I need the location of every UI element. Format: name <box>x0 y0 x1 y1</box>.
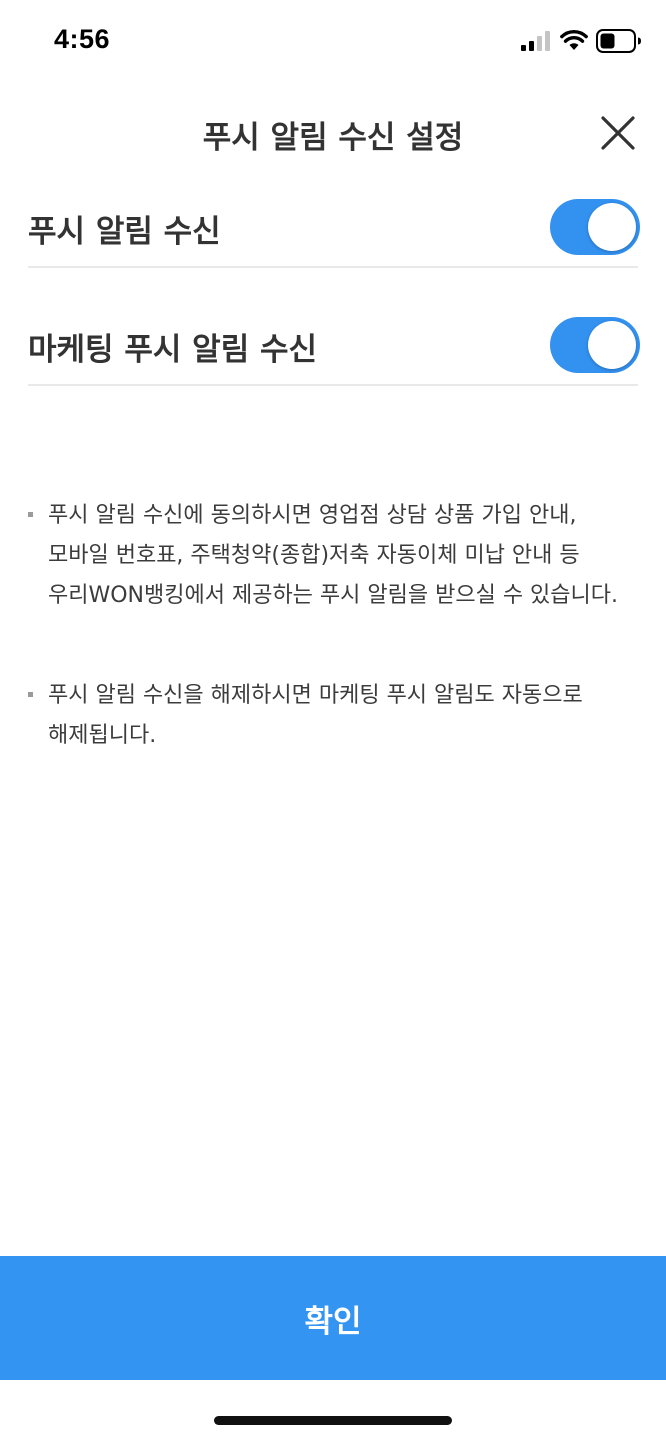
marketing-notification-toggle[interactable] <box>550 317 640 373</box>
push-notification-toggle[interactable] <box>550 199 640 255</box>
page-title: 푸시 알림 수신 설정 <box>202 120 464 156</box>
cellular-signal-icon <box>521 31 550 51</box>
close-icon[interactable] <box>595 110 641 156</box>
bullet-icon <box>28 512 33 517</box>
status-bar: 4:56 <box>0 0 666 84</box>
header: 푸시 알림 수신 설정 <box>0 100 666 164</box>
wifi-icon <box>560 29 588 50</box>
home-indicator <box>214 1416 452 1425</box>
push-notification-label: 푸시 알림 수신 <box>28 214 221 250</box>
status-time: 4:56 <box>54 24 111 54</box>
battery-icon <box>596 29 641 53</box>
bullet-icon <box>28 692 33 697</box>
notice-text: 푸시 알림 수신에 동의하시면 영업점 상담 상품 가입 안내, 모바일 번호표… <box>48 503 619 608</box>
notice-text: 푸시 알림 수신을 해제하시면 마케팅 푸시 알림도 자동으로 해제됩니다. <box>48 683 583 748</box>
toggle-knob <box>588 203 636 251</box>
confirm-button[interactable]: 확인 <box>0 1256 666 1380</box>
toggle-knob <box>588 321 636 369</box>
marketing-notification-label: 마케팅 푸시 알림 수신 <box>28 332 318 368</box>
setting-row-marketing: 마케팅 푸시 알림 수신 <box>28 306 640 386</box>
setting-row-push: 푸시 알림 수신 <box>28 188 640 268</box>
